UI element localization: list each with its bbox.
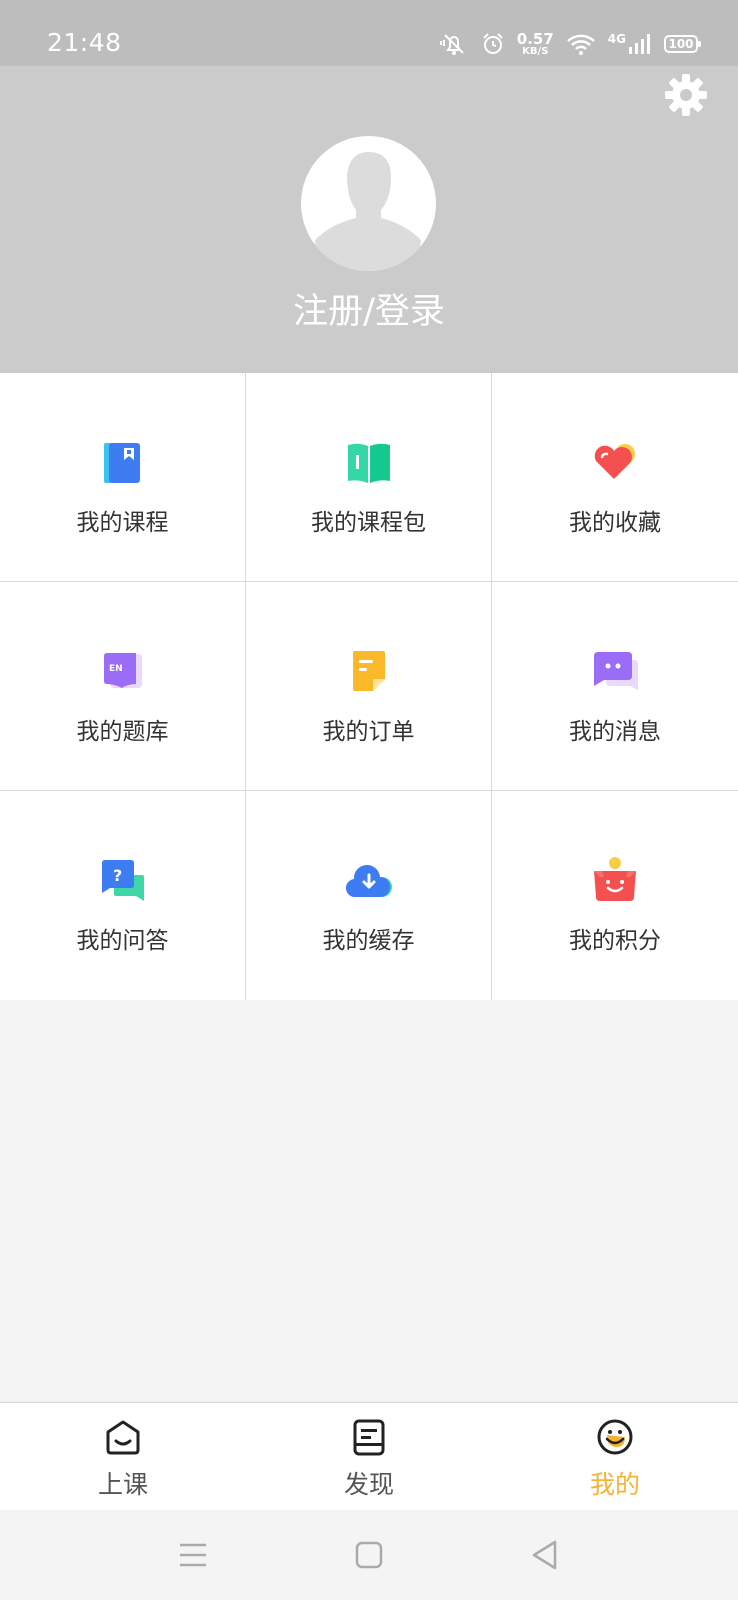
menu-item-messages[interactable]: 我的消息 [492,582,738,791]
back-triangle-icon[interactable] [527,1537,563,1573]
qa-bubble-icon: ? [102,860,144,901]
avatar[interactable] [301,136,436,271]
status-bar: 21:48 0.57 KB/S 4G 100 [0,0,738,66]
menu-item-downloads[interactable]: 我的缓存 [246,791,492,1000]
menu-item-label: 我的缓存 [322,928,415,954]
tab-mine[interactable]: 我的 [492,1403,738,1511]
menu-item-my-courses[interactable]: 我的课程 [0,373,246,582]
menu-item-qa[interactable]: ? 我的问答 [0,791,246,1000]
menu-item-label: 我的课程包 [311,510,426,536]
network-speed-value: 0.57 [516,29,554,48]
tab-discover[interactable]: 发现 [246,1403,492,1511]
status-time: 21:48 [47,28,122,57]
menu-item-label: 我的消息 [569,719,661,745]
menu-item-label: 我的积分 [569,928,661,954]
network-type: 4G [607,32,626,46]
menu-item-points[interactable]: 我的积分 [492,791,738,1000]
menu-item-label: 我的收藏 [569,510,661,536]
svg-text:?: ? [113,866,122,885]
menu-lines-icon[interactable] [175,1537,211,1573]
svg-text:EN: EN [109,664,123,674]
battery-indicator: 100 [664,35,701,53]
menu-item-course-packages[interactable]: 我的课程包 [246,373,492,582]
tab-label: 发现 [343,1470,394,1499]
login-register-link[interactable]: 注册/登录 [0,283,738,334]
course-package-icon [348,443,390,483]
class-house-icon [106,1420,140,1455]
system-nav-bar [0,1510,738,1600]
menu-item-question-bank[interactable]: EN 我的题库 [0,582,246,791]
home-square-icon[interactable] [351,1537,387,1573]
mute-bell-icon [439,34,464,55]
tab-label: 上课 [97,1470,148,1499]
question-bank-icon: EN [104,653,142,688]
wifi-icon [566,34,595,55]
default-avatar-icon [315,152,421,271]
message-bubble-icon [594,652,638,690]
favorite-heart-icon [594,444,635,479]
course-book-icon [104,443,140,483]
signal-icon [629,34,650,54]
menu-item-orders[interactable]: 我的订单 [246,582,492,791]
settings-gear-icon[interactable] [664,73,708,117]
menu-item-label: 我的订单 [322,719,415,745]
menu-grid: 我的课程 我的课程包 我的收藏 EN 我的题库 我的订单 我的消息 ? 我的问答… [0,373,738,1000]
menu-item-label: 我的问答 [76,928,169,954]
network-speed: 0.57 KB/S [516,29,554,57]
cloud-download-icon [345,864,392,898]
bottom-tab-bar: 上课 发现 我的 [0,1402,738,1510]
menu-item-label: 我的课程 [76,510,169,536]
menu-item-favorites[interactable]: 我的收藏 [492,373,738,582]
tab-label: 我的 [589,1470,640,1499]
tab-class[interactable]: 上课 [0,1403,246,1511]
smiley-face-icon [597,1419,633,1455]
status-icons: 0.57 KB/S 4G 100 [439,28,701,60]
menu-item-label: 我的题库 [76,719,169,745]
points-basket-icon [594,857,636,901]
alarm-clock-icon [483,33,503,54]
network-speed-unit: KB/S [522,45,549,57]
discover-note-icon [353,1419,385,1456]
order-note-icon [353,651,385,691]
